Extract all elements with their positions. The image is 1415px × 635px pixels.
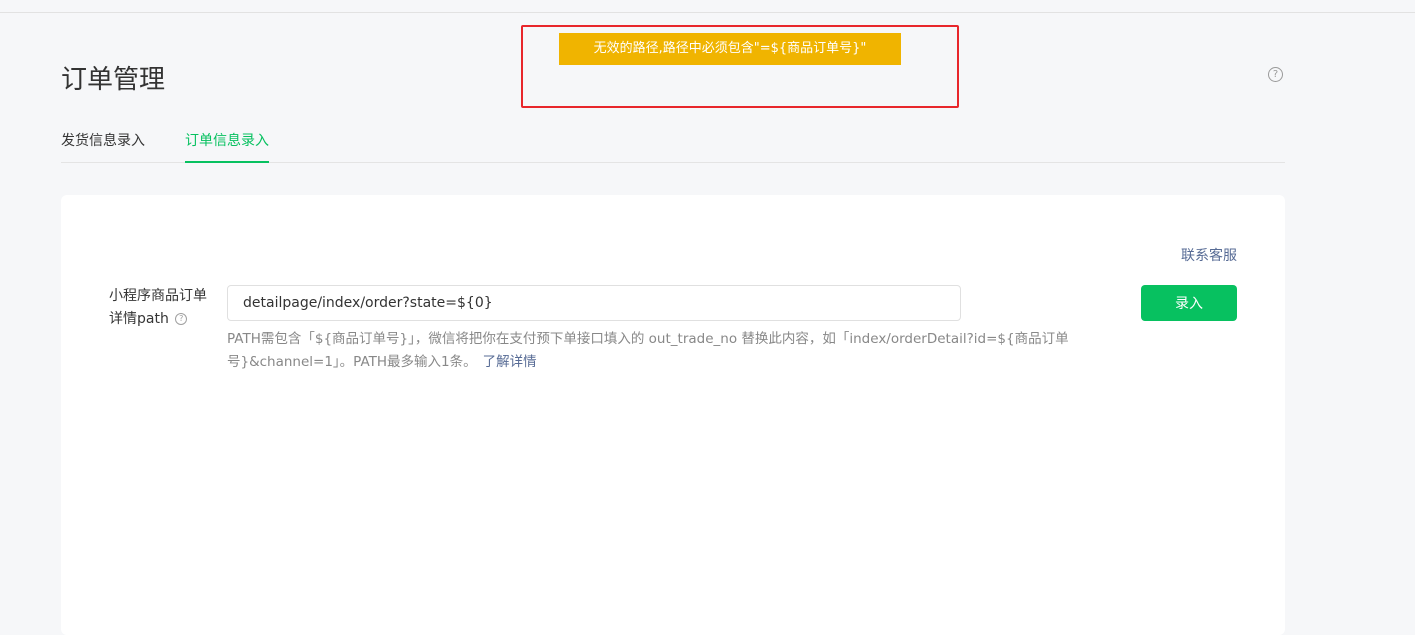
tab-shipping-info[interactable]: 发货信息录入: [61, 122, 145, 162]
tab-order-info[interactable]: 订单信息录入: [185, 122, 269, 163]
submit-button[interactable]: 录入: [1141, 285, 1237, 321]
order-path-input[interactable]: [227, 285, 961, 321]
page-title: 订单管理: [61, 65, 166, 95]
question-circle-icon[interactable]: ?: [1268, 67, 1283, 82]
highlight-box: [521, 25, 959, 108]
question-circle-icon[interactable]: ?: [175, 313, 188, 325]
order-path-label-text: 小程序商品订单详情path: [109, 288, 207, 327]
tab-bar: 发货信息录入 订单信息录入: [61, 122, 1285, 163]
order-info-panel: 联系客服 小程序商品订单详情path ? PATH需包含「${商品订单号}」，微…: [61, 195, 1285, 635]
path-hint: PATH需包含「${商品订单号}」，微信将把你在支付预下单接口填入的 out_t…: [227, 328, 1107, 374]
order-path-form: 小程序商品订单详情path ? PATH需包含「${商品订单号}」，微信将把你在…: [107, 283, 1237, 375]
order-path-label: 小程序商品订单详情path ?: [109, 285, 215, 331]
learn-more-link[interactable]: 了解详情: [483, 354, 537, 370]
path-hint-text: PATH需包含「${商品订单号}」，微信将把你在支付预下单接口填入的 out_t…: [227, 331, 1069, 370]
top-divider: [0, 12, 1415, 13]
contact-service-link[interactable]: 联系客服: [1181, 245, 1237, 265]
